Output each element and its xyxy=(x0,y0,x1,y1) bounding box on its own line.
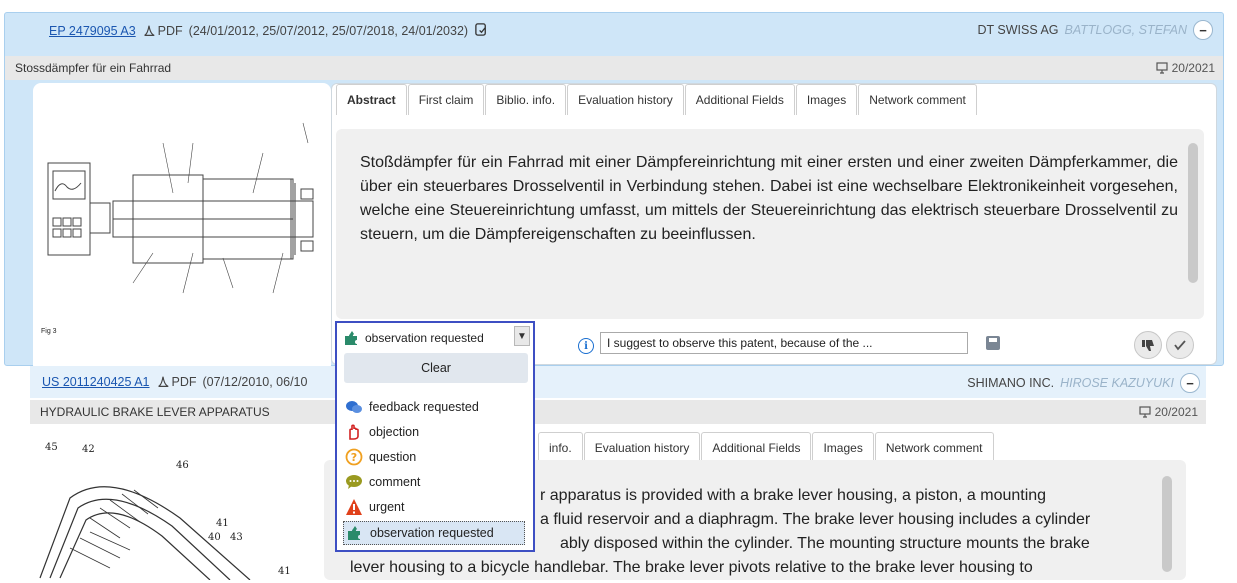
patent-title: Stossdämpfer für ein Fahrrad xyxy=(15,61,172,75)
thumbs-down-icon xyxy=(1142,340,1154,351)
detail-tabs: Abstract First claim Biblio. info. Evalu… xyxy=(336,84,978,116)
figure-label: Fig 3 xyxy=(41,328,57,335)
tab-evaluation-history[interactable]: Evaluation history xyxy=(583,432,701,463)
card-header-right: SHIMANO INC. HIROSE KAZUYUKI − xyxy=(967,373,1200,393)
option-label: observation requested xyxy=(370,526,494,540)
chevron-down-icon[interactable]: ▼ xyxy=(514,326,530,346)
patent-dates: (07/12/2010, 06/10 xyxy=(202,375,308,389)
option-feedback-requested[interactable]: feedback requested xyxy=(345,395,521,419)
figure-label: 45 xyxy=(45,442,58,453)
warning-icon xyxy=(346,499,362,515)
document-copy-icon[interactable] xyxy=(474,22,489,40)
feedback-icon xyxy=(346,401,362,413)
option-label: question xyxy=(369,450,417,464)
figure-label: 42 xyxy=(82,444,95,455)
pdf-icon xyxy=(143,25,155,36)
option-label: feedback requested xyxy=(369,400,479,414)
approve-button[interactable] xyxy=(1166,331,1194,359)
publication-number-link[interactable]: US 2011240425 A1 xyxy=(42,375,150,389)
info-icon[interactable]: i xyxy=(578,338,594,354)
puzzle-icon xyxy=(348,526,360,540)
option-label: objection xyxy=(369,425,420,439)
evaluation-status-select[interactable]: observation requested ▼ xyxy=(335,321,535,351)
figure-label: 41 xyxy=(278,566,291,577)
option-comment[interactable]: comment xyxy=(345,470,521,494)
question-icon: ? xyxy=(345,448,363,466)
week-value: 20/2021 xyxy=(1171,61,1215,75)
collapse-button[interactable]: − xyxy=(1193,20,1213,40)
abstract-panel: Stoßdämpfer für ein Fahrrad mit einer Dä… xyxy=(336,129,1204,319)
option-question[interactable]: ? question xyxy=(345,445,521,469)
inventor-name: BATTLOGG, STEFAN xyxy=(1064,23,1187,37)
comment-icon xyxy=(346,475,362,489)
collapse-button[interactable]: − xyxy=(1180,373,1200,393)
week-value: 20/2021 xyxy=(1154,405,1198,419)
applicant-name: SHIMANO INC. xyxy=(967,376,1055,390)
tab-evaluation-history[interactable]: Evaluation history xyxy=(567,84,684,115)
card-header: US 2011240425 A1 PDF (07/12/2010, 06/10 … xyxy=(30,366,1206,398)
evaluation-status-menu: Clear feedback requested objection ? que… xyxy=(335,349,535,552)
title-bar: HYDRAULIC BRAKE LEVER APPARATUS 20/2021 xyxy=(30,400,1206,424)
patent-drawing-thumbnail[interactable]: 45 42 46 41 40 43 41 xyxy=(30,428,318,581)
clear-option[interactable]: Clear xyxy=(344,353,528,383)
tab-biblio-info[interactable]: Biblio. info. xyxy=(485,84,567,115)
monitor-icon xyxy=(1156,62,1168,74)
inventor-name: HIROSE KAZUYUKI xyxy=(1060,376,1174,390)
pdf-label: PDF xyxy=(157,24,183,38)
tab-images[interactable]: Images xyxy=(812,432,874,463)
patent-title: HYDRAULIC BRAKE LEVER APPARATUS xyxy=(40,405,270,419)
tab-biblio-info[interactable]: info. xyxy=(538,432,583,463)
tab-additional-fields[interactable]: Additional Fields xyxy=(684,84,795,115)
pdf-label: PDF xyxy=(171,375,197,389)
patent-drawing-thumbnail[interactable]: Fig 3 xyxy=(33,83,331,373)
checkmark-icon xyxy=(1174,340,1186,351)
scrollbar-thumb[interactable] xyxy=(1162,476,1172,572)
week-indicator: 20/2021 xyxy=(1156,61,1215,75)
figure-label: 41 xyxy=(216,518,229,529)
hand-icon xyxy=(349,424,359,440)
technical-drawing-image: Fig 3 xyxy=(41,122,314,335)
pdf-link[interactable]: PDF xyxy=(142,24,183,38)
card-header-left: EP 2479095 A3 PDF (24/01/2012, 25/07/201… xyxy=(49,22,489,40)
option-objection[interactable]: objection xyxy=(345,420,521,444)
figure-label: 46 xyxy=(176,460,189,471)
pdf-link[interactable]: PDF xyxy=(156,375,197,389)
comment-input[interactable] xyxy=(600,332,968,354)
tab-additional-fields[interactable]: Additional Fields xyxy=(701,432,812,463)
tab-abstract[interactable]: Abstract xyxy=(336,84,407,115)
option-label: comment xyxy=(369,475,421,489)
abstract-text: Stoßdämpfer für ein Fahrrad mit einer Dä… xyxy=(360,154,1178,243)
card-header-left: US 2011240425 A1 PDF (07/12/2010, 06/10 xyxy=(42,375,307,389)
thumbs-down-button[interactable] xyxy=(1134,331,1162,359)
tab-images[interactable]: Images xyxy=(795,84,858,115)
abstract-line: lever housing to a bicycle handlebar. Th… xyxy=(350,559,1033,576)
option-observation-requested[interactable]: observation requested xyxy=(343,521,525,545)
figure-label: 40 xyxy=(208,532,221,543)
week-indicator: 20/2021 xyxy=(1139,405,1198,419)
svg-text:?: ? xyxy=(351,451,357,464)
pdf-icon xyxy=(157,376,169,387)
puzzle-icon xyxy=(345,331,357,345)
monitor-icon xyxy=(1139,406,1151,418)
scrollbar-thumb[interactable] xyxy=(1188,143,1198,283)
figure-label: 43 xyxy=(230,532,243,543)
option-label: urgent xyxy=(369,500,405,514)
option-urgent[interactable]: urgent xyxy=(345,495,521,519)
patent-card-1[interactable]: EP 2479095 A3 PDF (24/01/2012, 25/07/201… xyxy=(4,12,1224,373)
publication-number-link[interactable]: EP 2479095 A3 xyxy=(49,24,136,38)
technical-drawing-image: 45 42 46 41 40 43 41 xyxy=(39,442,291,581)
patent-dates: (24/01/2012, 25/07/2012, 25/07/2018, 24/… xyxy=(188,24,469,38)
tab-network-comment[interactable]: Network comment xyxy=(874,432,994,463)
save-icon[interactable] xyxy=(986,336,1000,350)
selected-status: observation requested xyxy=(343,329,484,347)
card-header-right: DT SWISS AG BATTLOGG, STEFAN − xyxy=(977,20,1213,40)
applicant-name: DT SWISS AG xyxy=(977,23,1059,37)
tab-first-claim[interactable]: First claim xyxy=(407,84,485,115)
title-bar: Stossdämpfer für ein Fahrrad 20/2021 xyxy=(5,56,1223,80)
selected-status-label: observation requested xyxy=(365,331,484,345)
patent-card-2[interactable]: US 2011240425 A1 PDF (07/12/2010, 06/10 … xyxy=(30,366,1206,581)
tab-network-comment[interactable]: Network comment xyxy=(858,84,977,115)
